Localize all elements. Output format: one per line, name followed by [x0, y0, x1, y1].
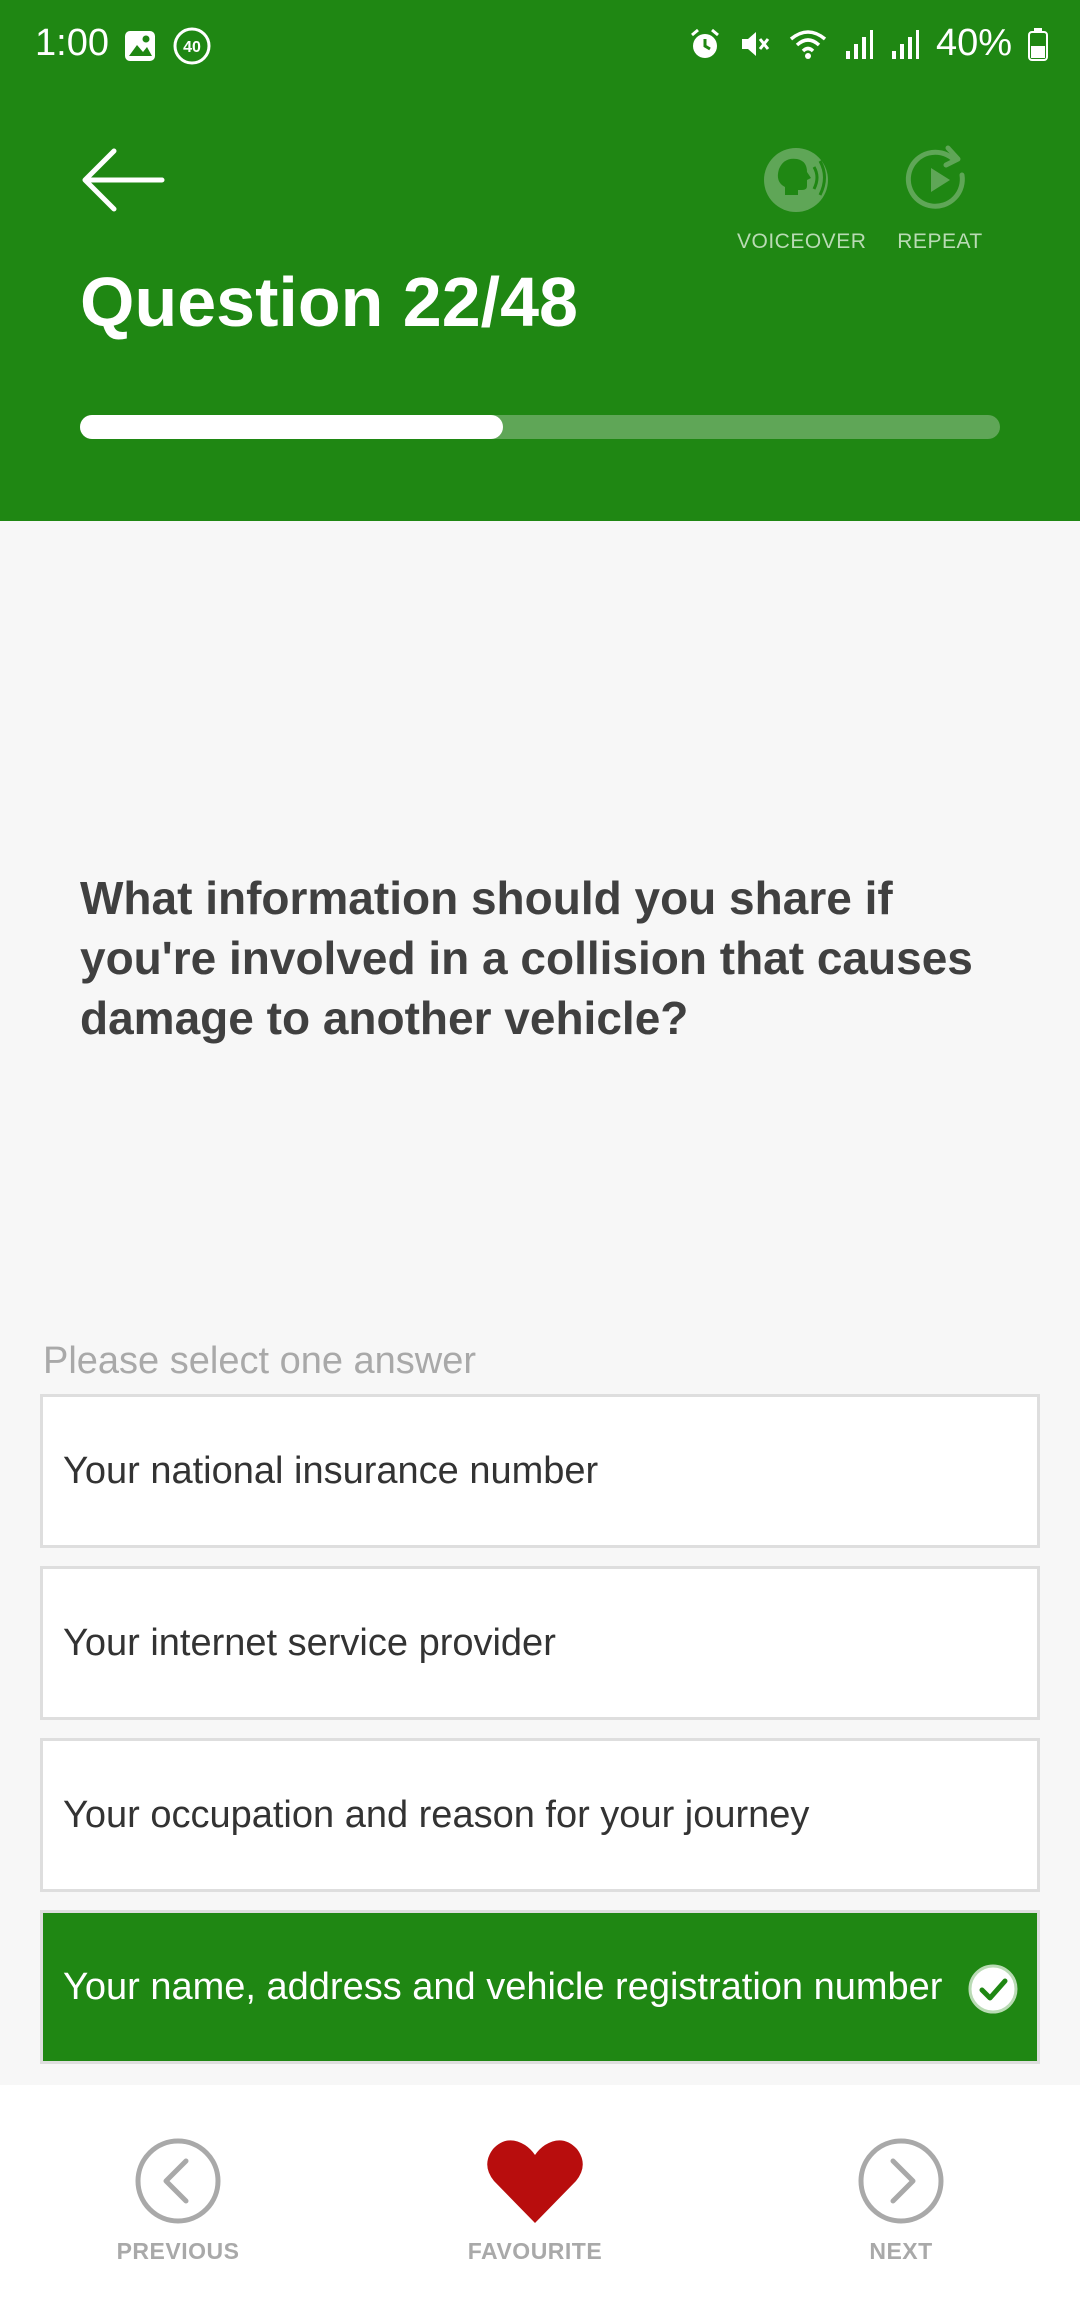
answer-option-3[interactable]: Your occupation and reason for your jour… — [40, 1738, 1040, 1892]
question-text: What information should you share if you… — [80, 872, 973, 1044]
answer-label: Your name, address and vehicle registrat… — [63, 1966, 943, 2008]
voiceover-icon — [764, 148, 828, 212]
next-button[interactable]: NEXT — [801, 2137, 1001, 2265]
previous-label: PREVIOUS — [116, 2238, 240, 2264]
chevron-left-icon — [135, 2138, 221, 2224]
repeat-label: REPEAT — [897, 230, 983, 253]
bottom-nav: PREVIOUS FAVOURITE NEXT — [0, 2085, 1080, 2316]
status-left-icons: 40 — [122, 26, 212, 66]
voiceover-button[interactable]: VOICEOVER — [737, 145, 867, 265]
badge-count: 40 — [183, 39, 201, 56]
progress-bar — [80, 415, 1000, 439]
alarm-icon — [688, 27, 722, 61]
badge-icon: 40 — [172, 26, 212, 66]
repeat-button[interactable]: REPEAT — [880, 145, 1000, 265]
status-bar: 1:00 40 40% — [0, 0, 1080, 92]
voiceover-label: VOICEOVER — [737, 230, 867, 253]
select-hint: Please select one answer — [43, 1340, 477, 1382]
answer-label: Your internet service provider — [63, 1622, 556, 1664]
answer-label: Your national insurance number — [63, 1450, 599, 1492]
back-button[interactable] — [78, 145, 168, 215]
heart-icon — [487, 2140, 583, 2223]
status-time: 1:00 — [35, 22, 109, 64]
wifi-icon — [788, 27, 828, 61]
favourite-button[interactable]: FAVOURITE — [435, 2137, 635, 2265]
next-label: NEXT — [869, 2238, 933, 2264]
signal-icon — [890, 27, 920, 61]
check-icon — [967, 1963, 1019, 2015]
page-title: Question 22/48 — [80, 263, 578, 341]
answer-option-4[interactable]: Your name, address and vehicle registrat… — [40, 1910, 1040, 2064]
battery-percent: 40% — [935, 22, 1012, 64]
gallery-icon — [122, 26, 158, 66]
header: 1:00 40 40% VOICEOVER REPEAT Question 22… — [0, 0, 1080, 521]
mute-icon — [738, 27, 772, 61]
answer-option-2[interactable]: Your internet service provider — [40, 1566, 1040, 1720]
status-right-icons: 40% — [688, 22, 1048, 65]
back-arrow-icon — [82, 148, 165, 212]
repeat-icon — [905, 145, 965, 209]
answer-label: Your occupation and reason for your jour… — [63, 1794, 810, 1836]
signal-icon — [844, 27, 874, 61]
answer-option-1[interactable]: Your national insurance number — [40, 1394, 1040, 1548]
favourite-label: FAVOURITE — [467, 2238, 603, 2264]
progress-fill — [80, 415, 504, 439]
chevron-right-icon — [858, 2138, 944, 2224]
battery-icon — [1028, 27, 1048, 61]
previous-button[interactable]: PREVIOUS — [78, 2137, 278, 2265]
